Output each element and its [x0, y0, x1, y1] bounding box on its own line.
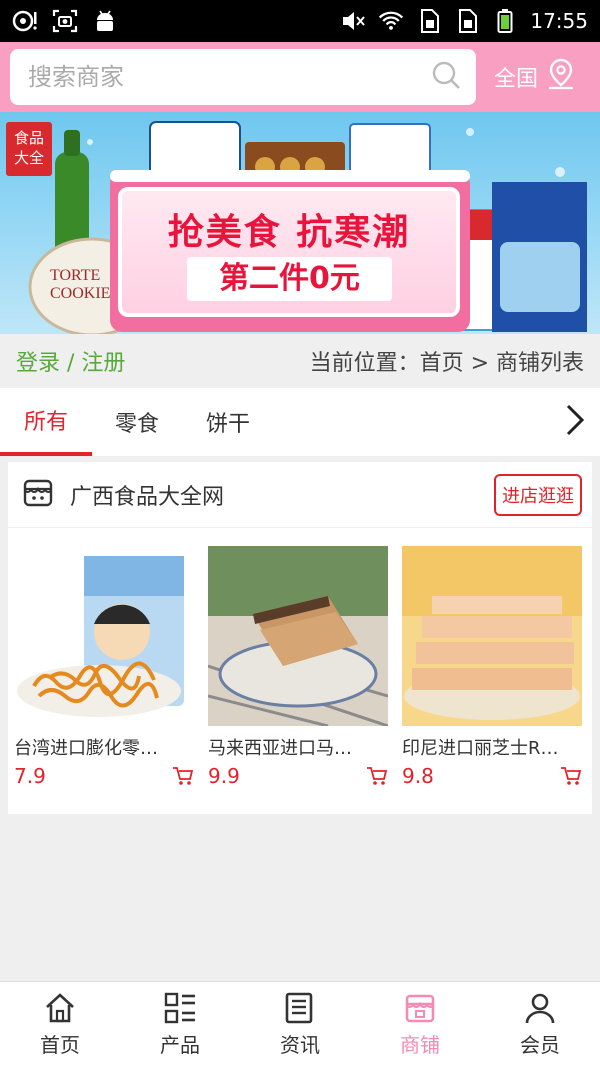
- nav-member[interactable]: 会员: [480, 982, 600, 1067]
- region-label: 全国: [494, 67, 539, 92]
- nav-products[interactable]: 产品: [120, 982, 240, 1067]
- category-tag-line1: 食品: [13, 129, 44, 147]
- cart-icon[interactable]: [366, 765, 388, 787]
- mute-icon: [340, 8, 366, 34]
- tab-all[interactable]: 所有: [0, 388, 92, 456]
- product-image[interactable]: [208, 546, 388, 726]
- promo-subline: 第二件0元: [187, 257, 392, 301]
- tab-biscuits[interactable]: 饼干: [182, 388, 274, 456]
- breadcrumb: 当前位置：首页 > 商铺列表: [309, 351, 584, 376]
- product-price: 7.9: [14, 764, 46, 788]
- shop-card: 广西食品大全网 进店逛逛 台湾进口膨化零… 7.9 马来西亚进口马… 9.9 印…: [8, 462, 592, 814]
- category-tag: 食品 大全: [6, 122, 52, 176]
- product-card[interactable]: 马来西亚进口马… 9.9: [208, 546, 388, 788]
- product-price: 9.8: [402, 764, 434, 788]
- wifi-icon: [378, 8, 404, 34]
- shop-header: 广西食品大全网 进店逛逛: [8, 462, 592, 528]
- nav-label: 资讯: [280, 1033, 320, 1057]
- nav-home[interactable]: 首页: [0, 982, 120, 1067]
- svg-text:TORTE: TORTE: [50, 267, 100, 284]
- nav-label: 会员: [520, 1033, 560, 1057]
- product-card[interactable]: 印尼进口丽芝士R… 9.8: [402, 546, 582, 788]
- category-tabs: 所有 零食 饼干: [0, 388, 600, 456]
- sim1-icon: [416, 8, 442, 34]
- store-icon: [22, 477, 54, 513]
- nav-news[interactable]: 资讯: [240, 982, 360, 1067]
- news-icon: [283, 991, 317, 1025]
- promo-headline: 抢美食 抗寒潮: [167, 212, 411, 253]
- status-time: 17:55: [530, 9, 588, 33]
- sim2-icon: [454, 8, 480, 34]
- breadcrumb-row: 登录 / 注册 当前位置：首页 > 商铺列表: [0, 334, 600, 388]
- category-tag-line2: 大全: [13, 149, 44, 167]
- status-bar: 17:55: [0, 0, 600, 42]
- search-input[interactable]: [28, 63, 430, 91]
- screenshot-icon: [52, 8, 78, 34]
- search-box[interactable]: [10, 49, 476, 105]
- tab-label: 饼干: [205, 412, 250, 437]
- tab-label: 所有: [23, 410, 68, 435]
- location-pin-icon: [546, 58, 576, 96]
- search-header: 全国: [0, 42, 600, 112]
- visit-shop-button[interactable]: 进店逛逛: [494, 473, 582, 516]
- android-icon: [92, 8, 118, 34]
- user-icon: [523, 991, 557, 1025]
- tabs-scroll-right[interactable]: [550, 388, 600, 456]
- product-image[interactable]: [14, 546, 194, 726]
- product-list: 台湾进口膨化零… 7.9 马来西亚进口马… 9.9 印尼进口丽芝士R… 9.8: [8, 528, 592, 788]
- promo-banner[interactable]: TORTE COOKIES 食品 大全 抢美食 抗寒潮 第二件0元: [0, 112, 600, 334]
- search-icon[interactable]: [430, 59, 462, 95]
- tab-label: 零食: [114, 412, 159, 437]
- shop-name[interactable]: 广西食品大全网: [70, 479, 224, 511]
- nav-shops[interactable]: 商铺: [360, 982, 480, 1067]
- product-name[interactable]: 马来西亚进口马…: [208, 734, 388, 760]
- media-icon: [12, 8, 38, 34]
- battery-icon: [492, 8, 518, 34]
- bottom-nav: 首页 产品 资讯 商铺 会员: [0, 981, 600, 1067]
- store-icon: [403, 991, 437, 1025]
- product-image[interactable]: [402, 546, 582, 726]
- product-name[interactable]: 印尼进口丽芝士R…: [402, 734, 582, 760]
- cart-icon[interactable]: [172, 765, 194, 787]
- cart-icon[interactable]: [560, 765, 582, 787]
- home-icon: [43, 991, 77, 1025]
- login-register-link[interactable]: 登录 / 注册: [16, 345, 125, 377]
- product-price: 9.9: [208, 764, 240, 788]
- nav-label: 商铺: [400, 1033, 440, 1057]
- nav-label: 产品: [160, 1033, 200, 1057]
- promo-sign: 抢美食 抗寒潮 第二件0元: [118, 187, 460, 317]
- nav-label: 首页: [40, 1033, 80, 1057]
- svg-text:COOKIES: COOKIES: [50, 285, 119, 302]
- grid-list-icon: [163, 991, 197, 1025]
- product-card[interactable]: 台湾进口膨化零… 7.9: [14, 546, 194, 788]
- tab-snacks[interactable]: 零食: [92, 388, 182, 456]
- product-name[interactable]: 台湾进口膨化零…: [14, 734, 194, 760]
- region-selector[interactable]: 全国: [494, 58, 576, 96]
- chevron-right-icon: [564, 403, 586, 441]
